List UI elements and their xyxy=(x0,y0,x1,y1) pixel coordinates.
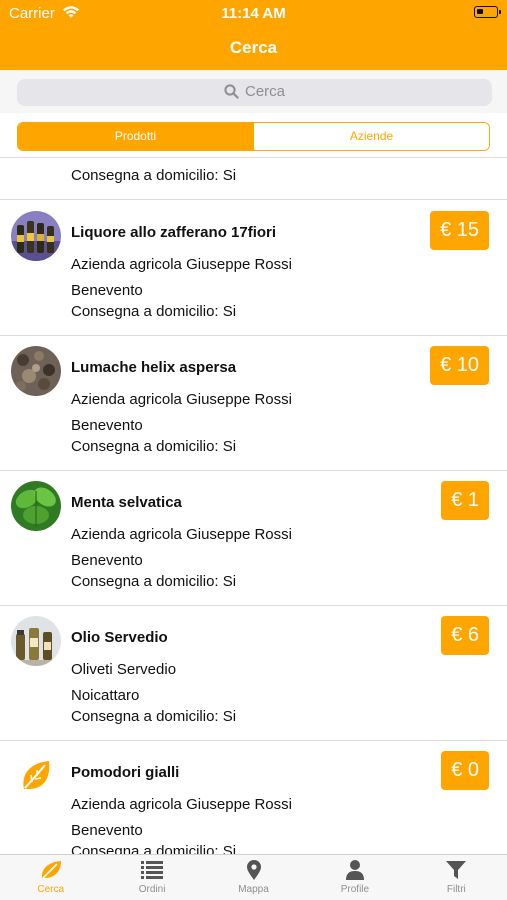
tab-label: Ordini xyxy=(138,884,166,895)
search-input[interactable]: Cerca xyxy=(17,79,492,106)
price-badge: € 1 xyxy=(441,481,489,520)
search-icon xyxy=(224,84,239,99)
tab-bar: Cerca Ordini Mappa Profile Filtri xyxy=(0,854,507,900)
item-city: Benevento xyxy=(71,417,143,434)
search-bar-area: Cerca xyxy=(0,70,507,113)
list-item[interactable]: Consegna a domicilio: Si xyxy=(0,158,507,200)
liquor-bottles-photo xyxy=(11,211,61,261)
item-company: Azienda agricola Giuseppe Rossi xyxy=(71,526,292,543)
tab-ordini[interactable]: Ordini xyxy=(101,855,202,900)
tab-label: Cerca xyxy=(37,884,65,895)
mint-leaves-photo xyxy=(11,481,61,531)
segment-aziende[interactable]: Aziende xyxy=(253,123,489,150)
nav-header: Carrier 11:14 AM Cerca xyxy=(0,0,507,70)
segment-prodotti[interactable]: Prodotti xyxy=(18,123,253,150)
battery-icon xyxy=(474,6,501,18)
item-name: Olio Servedio xyxy=(71,629,168,646)
tab-filtri[interactable]: Filtri xyxy=(406,855,507,900)
tab-mappa[interactable]: Mappa xyxy=(203,855,304,900)
segmented-control: Prodotti Aziende xyxy=(17,122,490,151)
snails-photo xyxy=(11,346,61,396)
list-item[interactable]: Menta selvatica Azienda agricola Giusepp… xyxy=(0,470,507,606)
tab-label: Filtri xyxy=(446,884,466,895)
item-delivery: Consegna a domicilio: Si xyxy=(71,167,237,184)
item-city: Benevento xyxy=(71,552,143,569)
list-item[interactable]: Pomodori gialli Azienda agricola Giusepp… xyxy=(0,740,507,855)
list-item[interactable]: Olio Servedio Oliveti Servedio Noicattar… xyxy=(0,605,507,741)
status-bar: Carrier 11:14 AM xyxy=(0,0,507,28)
item-name: Lumache helix aspersa xyxy=(71,359,237,376)
item-city: Benevento xyxy=(71,282,143,299)
item-name: Liquore allo zafferano 17fiori xyxy=(71,224,277,241)
item-company: Azienda agricola Giuseppe Rossi xyxy=(71,391,292,408)
leaf-icon xyxy=(41,861,61,879)
map-pin-icon xyxy=(246,860,261,880)
tab-label: Profile xyxy=(340,884,370,895)
leaf-logo-icon xyxy=(11,751,61,801)
item-delivery: Consegna a domicilio: Si xyxy=(71,708,237,725)
list-icon xyxy=(141,861,164,879)
price-badge: € 10 xyxy=(430,346,489,385)
item-name: Menta selvatica xyxy=(71,494,182,511)
search-placeholder: Cerca xyxy=(244,83,285,100)
item-name: Pomodori gialli xyxy=(71,764,180,781)
item-company: Azienda agricola Giuseppe Rossi xyxy=(71,256,292,273)
price-badge: € 6 xyxy=(441,616,489,655)
item-company: Oliveti Servedio xyxy=(71,661,177,678)
item-delivery: Consegna a domicilio: Si xyxy=(71,303,237,320)
price-badge: € 15 xyxy=(430,211,489,250)
list-item[interactable]: Lumache helix aspersa Azienda agricola G… xyxy=(0,335,507,471)
clock: 11:14 AM xyxy=(221,5,286,22)
tab-profile[interactable]: Profile xyxy=(304,855,405,900)
tab-cerca[interactable]: Cerca xyxy=(0,855,101,900)
person-icon xyxy=(345,860,364,880)
item-city: Noicattaro xyxy=(71,687,140,704)
item-delivery: Consegna a domicilio: Si xyxy=(71,573,237,590)
filter-icon xyxy=(446,861,467,879)
item-city: Benevento xyxy=(71,822,143,839)
tab-label: Mappa xyxy=(238,884,269,895)
product-list: Consegna a domicilio: Si Liquore allo za… xyxy=(0,158,507,855)
list-item[interactable]: Liquore allo zafferano 17fiori Azienda a… xyxy=(0,200,507,336)
price-badge: € 0 xyxy=(441,751,489,790)
olive-oil-photo xyxy=(11,616,61,666)
page-title: Cerca xyxy=(229,38,278,57)
item-company: Azienda agricola Giuseppe Rossi xyxy=(71,796,292,813)
item-delivery: Consegna a domicilio: Si xyxy=(71,438,237,455)
